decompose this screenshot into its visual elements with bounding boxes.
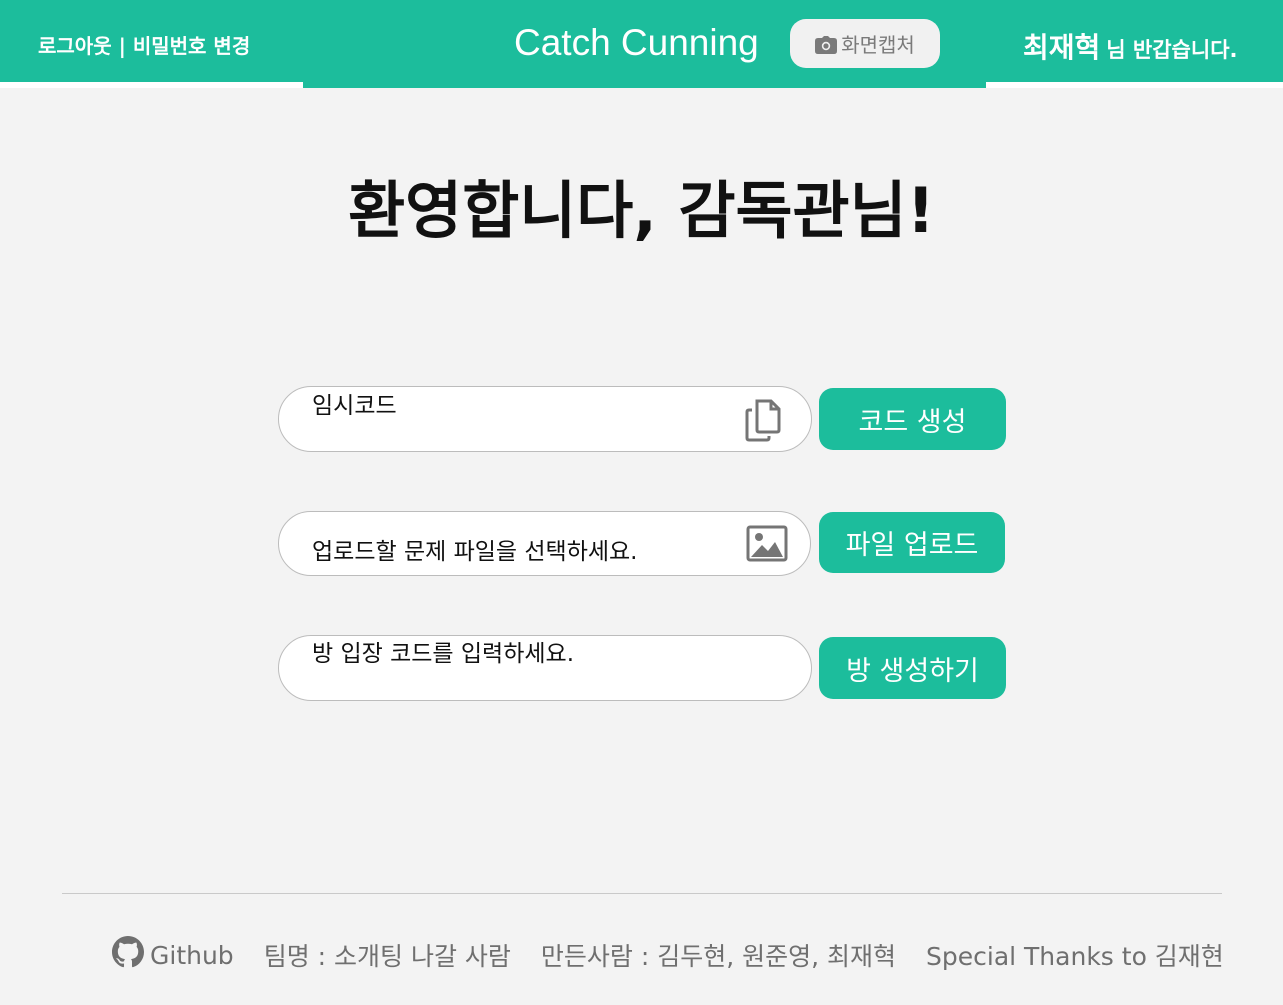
screen-capture-label: 화면캡처 xyxy=(841,33,915,57)
link-divider: | xyxy=(118,34,126,58)
logout-link[interactable]: 로그아웃 xyxy=(38,34,112,58)
user-greeting: 최재혁 님 반갑습니다. xyxy=(1023,26,1238,66)
github-link[interactable]: Github xyxy=(112,936,234,974)
room-code-field[interactable]: 방 입장 코드를 입력하세요. xyxy=(278,635,812,701)
upload-file-button[interactable]: 파일 업로드 xyxy=(819,512,1005,573)
generate-code-button[interactable]: 코드 생성 xyxy=(819,388,1006,450)
github-icon xyxy=(112,936,144,974)
upload-file-field[interactable]: 업로드할 문제 파일을 선택하세요. xyxy=(278,511,811,576)
image-icon[interactable] xyxy=(746,524,788,566)
header-mid-strip xyxy=(303,82,986,88)
temp-code-value: 임시코드 xyxy=(312,393,397,419)
camera-icon xyxy=(815,35,838,54)
github-label: Github xyxy=(150,940,234,970)
create-room-button[interactable]: 방 생성하기 xyxy=(819,637,1006,699)
change-password-link[interactable]: 비밀번호 변경 xyxy=(133,34,250,58)
app-title: Catch Cunning xyxy=(514,22,759,63)
header-left-strip xyxy=(0,82,303,88)
greeting-suffix: 님 반갑습니다. xyxy=(1106,38,1238,62)
team-name: 팀명 : 소개팅 나갈 사람 xyxy=(263,942,511,971)
header-account-links: 로그아웃 | 비밀번호 변경 xyxy=(38,30,250,59)
upload-file-placeholder: 업로드할 문제 파일을 선택하세요. xyxy=(312,539,638,565)
header-right-strip xyxy=(986,82,1283,88)
makers: 만든사람 : 김두현, 원준영, 최재혁 xyxy=(540,942,897,971)
footer-divider xyxy=(62,893,1222,894)
screen-capture-button[interactable]: 화면캡처 xyxy=(790,19,940,68)
welcome-title: 환영합니다, 감독관님! xyxy=(348,174,935,247)
temp-code-field[interactable]: 임시코드 xyxy=(278,386,812,452)
footer: Github 팀명 : 소개팅 나갈 사람 만든사람 : 김두현, 원준영, 최… xyxy=(112,936,1224,974)
user-name: 최재혁 xyxy=(1023,31,1101,64)
room-code-placeholder: 방 입장 코드를 입력하세요. xyxy=(312,641,575,667)
copy-icon[interactable] xyxy=(743,398,785,442)
special-thanks: Special Thanks to 김재현 xyxy=(926,942,1224,971)
